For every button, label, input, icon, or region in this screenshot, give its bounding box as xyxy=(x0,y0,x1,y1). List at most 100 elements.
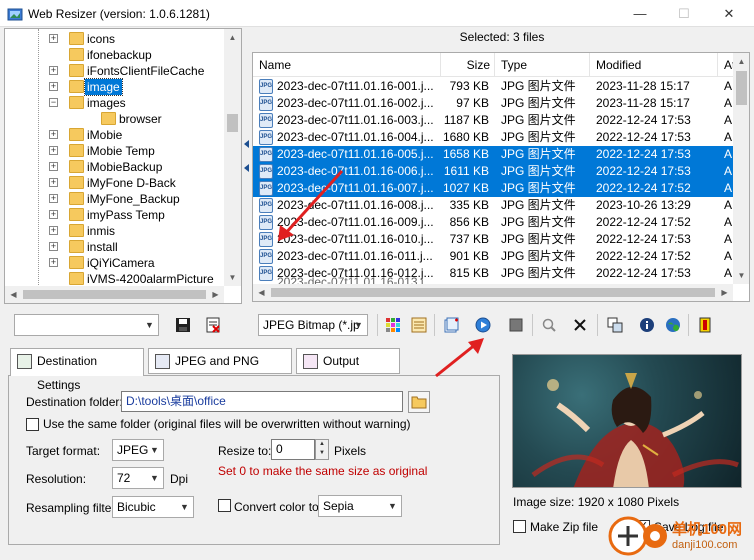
folder-icon xyxy=(69,64,84,77)
remove-files-icon[interactable] xyxy=(569,314,591,336)
file-row[interactable]: JPG 2023-dec-07t11.01.16-003.j... 1187 KB J… xyxy=(253,112,735,129)
resolution-unit-label: Dpi xyxy=(170,472,189,486)
file-row[interactable]: JPG 2023-dec-07t11.01.16-002.j... 97 KB JPG… xyxy=(253,95,735,112)
web-update-icon[interactable] xyxy=(662,314,684,336)
annotation-arrow xyxy=(435,338,484,378)
scroll-thumb[interactable] xyxy=(227,114,238,132)
convert-color-checkbox[interactable] xyxy=(218,499,231,512)
tree-item-label: browser xyxy=(119,112,162,126)
jpg-file-icon: JPG xyxy=(259,130,273,145)
tree-item-label: iVMS-4200alarmPicture xyxy=(87,272,214,286)
resolution-value: 72 xyxy=(117,471,131,485)
scroll-down-icon[interactable]: ▼ xyxy=(224,269,241,286)
resize-value-field[interactable]: 0 xyxy=(271,439,315,460)
destination-icon xyxy=(17,354,32,369)
minimize-button[interactable]: — xyxy=(617,0,663,27)
scroll-thumb[interactable] xyxy=(23,290,206,299)
toolbar-separator xyxy=(597,314,598,336)
scroll-down-icon[interactable]: ▼ xyxy=(733,267,749,284)
options-icon[interactable] xyxy=(604,314,626,336)
file-row[interactable]: JPG 2023-dec-07t11.01.16-005.j... 1658 KB J… xyxy=(253,146,735,163)
expand-icon[interactable]: + xyxy=(49,242,58,251)
preset-combo[interactable]: ▼ xyxy=(14,314,159,336)
tree-item-label: ifonebackup xyxy=(87,48,152,62)
expand-icon[interactable]: + xyxy=(49,146,58,155)
file-type-cell: JPG 图片文件 xyxy=(501,147,576,161)
expand-icon[interactable]: + xyxy=(49,34,58,43)
tree-item-label: icons xyxy=(87,32,116,46)
collapse-icon[interactable]: − xyxy=(49,98,58,107)
file-modified-cell: 2022-12-24 17:53 xyxy=(596,266,691,280)
resolution-select[interactable]: 72 ▼ xyxy=(112,467,164,489)
browse-folder-icon[interactable] xyxy=(408,391,430,413)
file-row[interactable]: JPG 2023-dec-07t11.01.16-004.j... 1680 KB J… xyxy=(253,129,735,146)
column-size[interactable]: Size xyxy=(441,53,495,77)
scroll-up-icon[interactable]: ▲ xyxy=(733,53,749,70)
expand-icon[interactable]: + xyxy=(49,82,58,91)
file-list-header: Name Size Type Modified Att xyxy=(253,53,739,77)
make-zip-checkbox[interactable] xyxy=(513,520,526,533)
tab-output-options[interactable]: Output Options xyxy=(296,348,400,392)
watermark-brand: 单机100网 xyxy=(672,521,743,538)
file-type-cell: JPG 图片文件 xyxy=(501,113,576,127)
details-view-icon[interactable] xyxy=(408,314,430,336)
expand-icon[interactable]: + xyxy=(49,194,58,203)
column-type[interactable]: Type xyxy=(495,53,590,77)
app-icon xyxy=(7,8,23,21)
file-list-horizontal-scrollbar[interactable]: ◀ ▶ xyxy=(253,284,733,301)
stop-process-icon[interactable] xyxy=(505,314,527,336)
close-button[interactable]: ✕ xyxy=(706,0,752,27)
file-row[interactable]: JPG 2023-dec-07t11.01.16-001.j... 793 KB JP… xyxy=(253,78,735,95)
tab-destination-settings[interactable]: Destination Settings xyxy=(10,348,144,392)
tree-horizontal-scrollbar[interactable]: ◀ ▶ xyxy=(5,286,224,303)
file-name-cell: 2023-dec-07t11.01.16-004.j... xyxy=(277,130,434,144)
destination-folder-field[interactable]: D:\tools\桌面\office xyxy=(121,391,403,412)
file-row[interactable]: JPG 2023-dec-07t11.01.16-011.j... 901 KB JP… xyxy=(253,248,735,265)
file-type-cell: JPG 图片文件 xyxy=(501,130,576,144)
expand-icon[interactable]: + xyxy=(49,258,58,267)
folder-tree[interactable]: + icons ifonebackup + iFontsClientFileCache +… xyxy=(4,28,242,304)
scroll-left-icon[interactable]: ◀ xyxy=(5,286,22,303)
info-icon[interactable] xyxy=(636,314,658,336)
scroll-thumb[interactable] xyxy=(736,71,747,105)
scroll-left-icon[interactable]: ◀ xyxy=(253,284,270,301)
tab-jpeg-png-settings[interactable]: JPEG and PNG Settings xyxy=(148,348,292,392)
tree-item-label: install xyxy=(87,240,118,254)
tree-item-label: iMobieBackup xyxy=(87,160,163,174)
column-name[interactable]: Name xyxy=(253,53,441,77)
expand-icon[interactable]: + xyxy=(49,210,58,219)
zoom-preview-icon[interactable] xyxy=(538,314,560,336)
file-list-vertical-scrollbar[interactable]: ▲ ▼ xyxy=(733,53,749,284)
title-bar: Web Resizer (version: 1.0.6.1281) — ☐ ✕ xyxy=(0,0,754,27)
maximize-button[interactable]: ☐ xyxy=(661,0,707,27)
save-icon[interactable] xyxy=(172,314,194,336)
expand-icon[interactable]: + xyxy=(49,162,58,171)
file-type-cell: JPG 图片文件 xyxy=(501,96,576,110)
thumbnails-view-icon[interactable] xyxy=(382,314,404,336)
annotation-arrow xyxy=(278,169,344,241)
file-type-cell: JPG 图片文件 xyxy=(501,198,576,212)
expand-icon[interactable]: + xyxy=(49,66,58,75)
scroll-up-icon[interactable]: ▲ xyxy=(224,29,241,46)
resampling-filter-select[interactable]: Bicubic ▼ xyxy=(112,496,194,518)
exit-icon[interactable] xyxy=(694,314,716,336)
scroll-right-icon[interactable]: ▶ xyxy=(207,286,224,303)
target-format-select[interactable]: JPEG ▼ xyxy=(112,439,164,461)
expand-icon[interactable]: + xyxy=(49,178,58,187)
scroll-right-icon[interactable]: ▶ xyxy=(716,284,733,301)
output-format-combo[interactable]: JPEG Bitmap (*.jp ▼ xyxy=(258,314,368,336)
file-name-cell: 2023-dec-07t11.01.16-001.j... xyxy=(277,79,434,93)
make-zip-label: Make Zip file xyxy=(530,520,599,534)
tree-vertical-scrollbar[interactable]: ▲ ▼ xyxy=(224,29,241,286)
resize-spinner[interactable]: ▲ ▼ xyxy=(315,439,329,460)
convert-color-select[interactable]: Sepia ▼ xyxy=(318,495,402,517)
column-modified[interactable]: Modified xyxy=(590,53,718,77)
splitter-handle[interactable] xyxy=(244,140,250,180)
same-folder-checkbox[interactable] xyxy=(26,418,39,431)
delete-preset-icon[interactable] xyxy=(202,314,224,336)
destination-settings-page: Destination folder: D:\tools\桌面\office U… xyxy=(8,375,500,545)
expand-icon[interactable]: + xyxy=(49,130,58,139)
scroll-thumb[interactable] xyxy=(271,288,715,297)
resize-unit-label: Pixels xyxy=(334,444,367,458)
expand-icon[interactable]: + xyxy=(49,226,58,235)
